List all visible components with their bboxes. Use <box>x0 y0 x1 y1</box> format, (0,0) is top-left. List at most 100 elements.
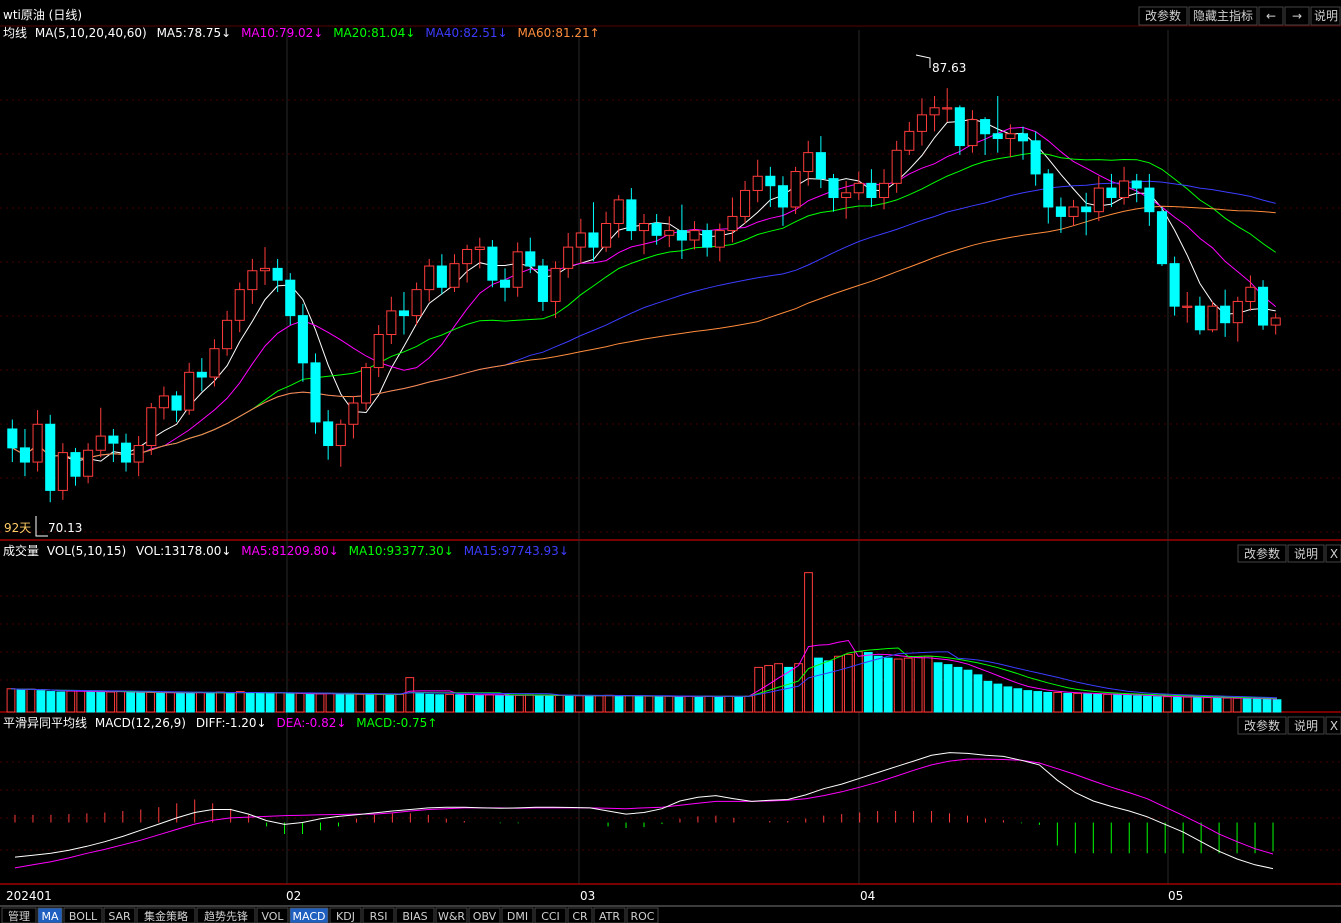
candle-down <box>1144 187 1155 213</box>
volume-bar <box>305 693 315 713</box>
volume-bar <box>96 691 106 713</box>
next-button[interactable]: → <box>1284 6 1310 26</box>
candle-down <box>676 230 687 241</box>
hide-main-indicator-button[interactable]: 隐藏主指标 <box>1188 6 1258 26</box>
volume-bar <box>584 695 594 713</box>
top-help-label: 说明 <box>1314 8 1338 23</box>
volume-bar <box>36 690 46 713</box>
tab-macd[interactable]: MACD <box>289 907 329 923</box>
top-help-button[interactable]: 说明 <box>1310 6 1341 26</box>
vol-value: VOL:13178.00↓ <box>136 544 231 558</box>
volume-bar <box>335 693 345 713</box>
tab-ma[interactable]: MA <box>37 907 63 923</box>
volume-bar <box>395 693 405 713</box>
candle-up <box>234 289 245 321</box>
volume-bar <box>724 695 734 713</box>
tab-集金策略[interactable]: 集金策略 <box>136 907 196 923</box>
vol-params-button[interactable]: 改参数 <box>1237 544 1287 563</box>
macd-name: 平滑异同平均线 <box>3 716 87 730</box>
macd-params: MACD(12,26,9) <box>95 716 186 730</box>
candle-up <box>373 334 384 369</box>
candle-down <box>1169 263 1180 307</box>
indicator-tab-bar: 管理 MA BOLL SAR 集金策略 趋势先锋 VOL MACD KDJ RSI BIAS W&R O… <box>1 907 659 923</box>
tab-label: CCI <box>541 910 560 923</box>
tab-cr[interactable]: CR <box>567 907 593 923</box>
tab-roc[interactable]: ROC <box>626 907 659 923</box>
tab-boll[interactable]: BOLL <box>63 907 103 923</box>
volume-bar <box>1153 696 1162 713</box>
volume-bar <box>1172 696 1182 713</box>
tab-w&r[interactable]: W&R <box>435 907 468 923</box>
candle-up <box>335 423 346 447</box>
tab-bias[interactable]: BIAS <box>395 907 435 923</box>
tab-rsi[interactable]: RSI <box>362 907 395 923</box>
volume-bar <box>6 688 16 713</box>
volume-bar <box>953 666 963 713</box>
volume-bar <box>1232 697 1242 713</box>
candle-down <box>7 428 18 449</box>
volume-bar <box>225 692 235 713</box>
tab-sar[interactable]: SAR <box>103 907 136 923</box>
macd-close-button[interactable]: X <box>1325 716 1341 735</box>
volume-bar <box>1033 691 1043 713</box>
volume-bar <box>205 692 215 713</box>
macd-params-button[interactable]: 改参数 <box>1237 716 1287 735</box>
volume-bar <box>754 666 764 713</box>
volume-bar <box>136 692 145 713</box>
macd-params-label: 改参数 <box>1244 718 1280 733</box>
candle-up <box>424 265 435 291</box>
tab-kdj[interactable]: KDJ <box>329 907 362 923</box>
volume-bar <box>265 692 275 713</box>
volume-bar <box>1003 686 1013 713</box>
tab-obv[interactable]: OBV <box>468 907 501 923</box>
candle-up <box>1182 305 1193 308</box>
candle-up <box>259 267 271 272</box>
candle-up <box>247 270 258 291</box>
candle-down <box>626 199 637 232</box>
ma-info-line: 均线 MA(5,10,20,40,60) MA5:78.75↓ MA10:79.… <box>3 26 600 40</box>
tab-vol[interactable]: VOL <box>256 907 289 923</box>
volume-bar <box>1212 697 1222 713</box>
tab-label: W&R <box>438 910 465 923</box>
tab-cci[interactable]: CCI <box>534 907 567 923</box>
volume-bar <box>1083 693 1092 713</box>
tab-dmi[interactable]: DMI <box>501 907 534 923</box>
volume-bar <box>255 692 265 713</box>
vol-ma10-value: MA10:93377.30↓ <box>349 544 454 558</box>
volume-bar <box>56 691 66 713</box>
vol-help-label: 说明 <box>1294 546 1318 561</box>
tab-趋势先锋[interactable]: 趋势先锋 <box>196 907 256 923</box>
volume-bar <box>624 695 634 713</box>
x-tick-label: 04 <box>860 889 875 903</box>
prev-button[interactable]: ← <box>1258 6 1284 26</box>
candle-down <box>45 423 56 491</box>
volume-bar <box>385 694 395 713</box>
volume-bar <box>1053 691 1063 713</box>
tab-atr[interactable]: ATR <box>593 907 626 923</box>
vol-close-button[interactable]: X <box>1325 544 1341 563</box>
volume-bar <box>634 695 644 713</box>
candle-up <box>942 107 953 110</box>
candle-up <box>740 189 751 217</box>
candle-down <box>436 265 447 288</box>
candle-up <box>613 199 624 225</box>
candle-up <box>474 246 485 250</box>
volume-bar <box>903 657 913 713</box>
candle-down <box>1043 173 1054 208</box>
volume-bar <box>215 691 225 713</box>
candle-up <box>891 149 902 184</box>
vol-ma5-value: MA5:81209.80↓ <box>241 544 339 558</box>
candle-down <box>297 315 308 364</box>
vol-help-button[interactable]: 说明 <box>1287 544 1325 563</box>
macd-info-line: 平滑异同平均线 MACD(12,26,9) DIFF:-1.20↓ DEA:-0… <box>3 716 437 730</box>
macd-help-label: 说明 <box>1294 718 1318 733</box>
volume-bar <box>465 693 474 713</box>
candle-up <box>967 119 978 147</box>
macd-help-button[interactable]: 说明 <box>1287 716 1325 735</box>
tab-管理[interactable]: 管理 <box>1 907 37 923</box>
candle-down <box>19 447 30 463</box>
top-params-button[interactable]: 改参数 <box>1138 6 1188 26</box>
volume-bar <box>166 691 175 713</box>
volume-bar <box>505 695 514 713</box>
volume-bar <box>66 690 76 713</box>
